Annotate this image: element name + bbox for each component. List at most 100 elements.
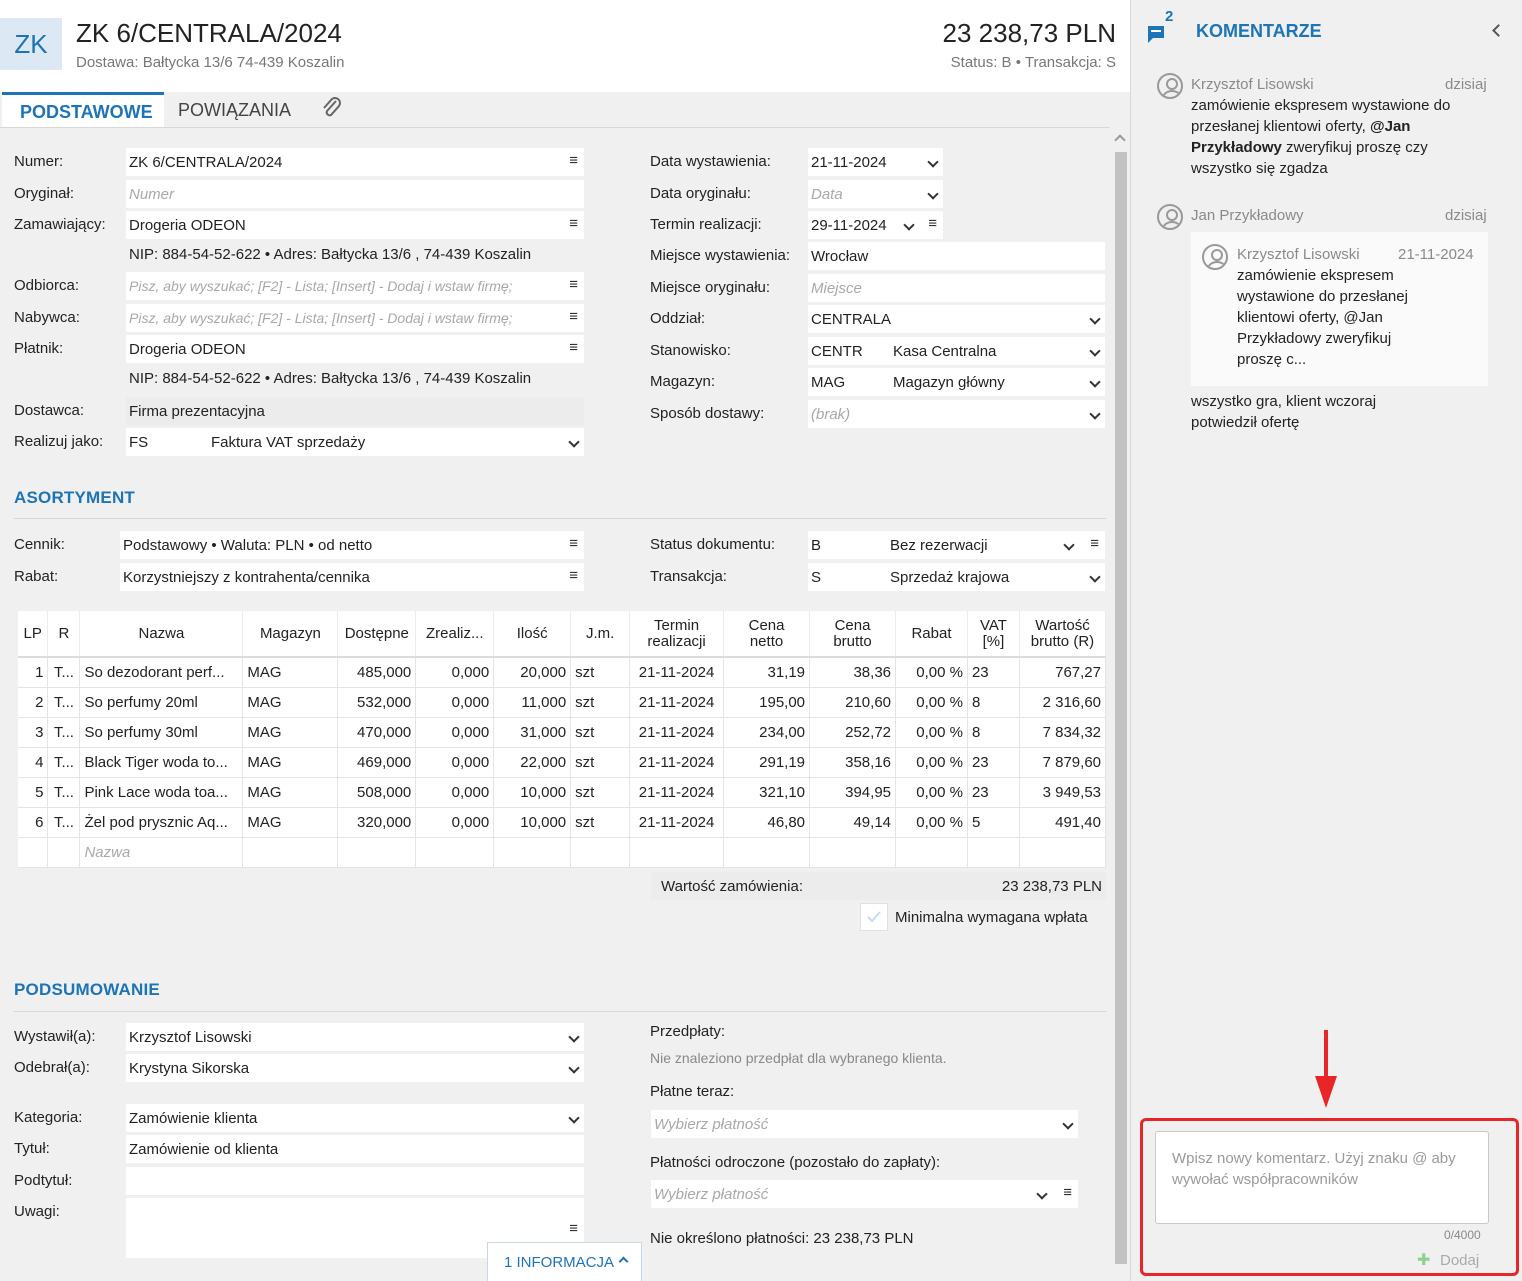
table-cell[interactable]: 49,14 (809, 807, 897, 838)
miejsce-wyst-field[interactable]: Wrocław (808, 242, 1105, 270)
table-cell[interactable]: 21-11-2024 (629, 657, 725, 688)
table-cell[interactable]: T... (47, 777, 81, 808)
table-cell[interactable]: 0,00 % (895, 657, 968, 688)
chevron-down-icon[interactable] (1063, 539, 1073, 549)
table-cell[interactable]: MAG (242, 747, 339, 778)
table-cell[interactable]: 20,000 (493, 657, 572, 688)
column-header[interactable]: J.m. (570, 611, 631, 658)
list-menu-icon[interactable]: ≡ (569, 1220, 578, 1237)
table-cell[interactable] (242, 837, 339, 868)
table-cell[interactable]: 321,10 (723, 777, 811, 808)
table-cell[interactable]: 358,16 (809, 747, 897, 778)
column-header[interactable]: VAT [%] (967, 611, 1020, 658)
list-menu-icon[interactable]: ≡ (569, 215, 578, 232)
table-cell[interactable]: 532,000 (337, 687, 417, 718)
list-menu-icon[interactable]: ≡ (569, 535, 578, 552)
chevron-down-icon[interactable] (1089, 408, 1099, 418)
table-row[interactable]: 3 T... So perfumy 30ml MAG 470,000 0,000 31,00… (18, 717, 1107, 748)
table-cell[interactable]: MAG (242, 717, 339, 748)
table-cell[interactable]: So perfumy 30ml (79, 717, 244, 748)
table-cell[interactable]: 0,000 (415, 717, 495, 748)
kategoria-select[interactable]: Zamówienie klienta (126, 1104, 584, 1132)
table-cell[interactable]: 1 (18, 657, 49, 688)
scrollbar-track[interactable] (1112, 128, 1130, 1281)
tab-podstawowe[interactable]: PODSTAWOWE (2, 92, 164, 128)
list-menu-icon[interactable]: ≡ (565, 308, 578, 325)
table-cell[interactable] (47, 837, 81, 868)
items-table[interactable]: LP R Nazwa Magazyn Dostępne Zrealiz... I… (18, 611, 1107, 868)
data-oryg-field[interactable]: Data (808, 180, 943, 208)
oddzial-select[interactable]: CENTRALA (808, 305, 1105, 333)
chevron-down-icon[interactable] (1062, 1118, 1072, 1128)
table-cell[interactable]: 46,80 (723, 807, 811, 838)
table-cell[interactable]: 0,000 (415, 687, 495, 718)
table-cell[interactable]: 291,19 (723, 747, 811, 778)
min-payment-checkbox[interactable] (860, 903, 888, 931)
table-cell[interactable]: 8 (967, 687, 1020, 718)
table-cell[interactable]: So perfumy 20ml (79, 687, 244, 718)
column-header[interactable]: R (47, 611, 81, 658)
table-cell[interactable]: T... (47, 687, 81, 718)
column-header[interactable]: Ilość (493, 611, 572, 658)
chevron-down-icon[interactable] (1089, 345, 1099, 355)
tab-powiazania[interactable]: POWIĄZANIA (166, 92, 310, 128)
table-row[interactable]: 6 T... Żel pod prysznic Aq... MAG 320,000 0,0… (18, 807, 1107, 838)
chevron-down-icon[interactable] (1089, 313, 1099, 323)
list-menu-icon[interactable]: ≡ (569, 339, 578, 356)
table-row[interactable]: 4 T... Black Tiger woda to... MAG 469,000 0,0… (18, 747, 1107, 778)
table-cell[interactable]: MAG (242, 657, 339, 688)
chevron-down-icon[interactable] (568, 1031, 578, 1041)
table-cell[interactable]: T... (47, 717, 81, 748)
table-cell[interactable]: 2 316,60 (1019, 687, 1107, 718)
chevron-down-icon[interactable] (568, 1062, 578, 1072)
oryginal-field[interactable]: Numer (126, 180, 584, 208)
stanowisko-select[interactable]: CENTR Kasa Centralna (808, 337, 1105, 365)
table-cell[interactable]: 0,000 (415, 777, 495, 808)
table-cell[interactable]: 0,00 % (895, 807, 968, 838)
table-cell[interactable]: 23 (967, 657, 1020, 688)
table-cell[interactable]: 252,72 (809, 717, 897, 748)
table-cell[interactable]: 0,000 (415, 747, 495, 778)
table-cell[interactable]: 210,60 (809, 687, 897, 718)
chevron-down-icon[interactable] (568, 1112, 578, 1122)
attachment-tab-icon[interactable] (320, 96, 344, 122)
table-cell[interactable]: 0,000 (415, 657, 495, 688)
scrollbar-thumb[interactable] (1115, 152, 1127, 1264)
table-cell[interactable]: 7 879,60 (1019, 747, 1107, 778)
table-cell[interactable]: Black Tiger woda to... (79, 747, 244, 778)
numer-field[interactable]: ZK 6/CENTRALA/2024 ≡ (126, 148, 584, 176)
zamawiajacy-field[interactable]: Drogeria ODEON ≡ (126, 211, 584, 239)
table-cell[interactable]: 21-11-2024 (629, 777, 725, 808)
table-cell[interactable]: 195,00 (723, 687, 811, 718)
table-cell[interactable]: 31,000 (493, 717, 572, 748)
transakcja-select[interactable]: S Sprzedaż krajowa (808, 563, 1105, 591)
table-row[interactable]: 5 T... Pink Lace woda toa... MAG 508,000 0,00… (18, 777, 1107, 808)
table-cell[interactable] (570, 837, 631, 868)
plus-icon[interactable]: ✚ (1417, 1250, 1430, 1270)
table-cell[interactable] (337, 837, 417, 868)
table-cell[interactable] (967, 837, 1020, 868)
table-cell[interactable]: MAG (242, 807, 339, 838)
table-cell[interactable]: 10,000 (493, 777, 572, 808)
table-cell[interactable]: Pink Lace woda toa... (79, 777, 244, 808)
column-header[interactable]: LP (18, 611, 49, 658)
magazyn-select[interactable]: MAG Magazyn główny (808, 368, 1105, 396)
table-cell[interactable]: 0,00 % (895, 747, 968, 778)
odbiorca-field[interactable]: Pisz, aby wyszukać; [F2] - Lista; [Inser… (126, 272, 584, 300)
table-cell[interactable]: So dezodorant perf... (79, 657, 244, 688)
chevron-down-icon[interactable] (1089, 376, 1099, 386)
table-cell[interactable]: 508,000 (337, 777, 417, 808)
column-header[interactable]: Zrealiz... (415, 611, 495, 658)
column-header[interactable]: Cena netto (723, 611, 811, 658)
status-dok-select[interactable]: B Bez rezerwacji ≡ (808, 531, 1105, 559)
column-header[interactable]: Magazyn (242, 611, 339, 658)
column-header[interactable]: Rabat (895, 611, 968, 658)
column-header[interactable]: Nazwa (79, 611, 244, 658)
table-cell[interactable]: 5 (967, 807, 1020, 838)
nabywca-field[interactable]: Pisz, aby wyszukać; [F2] - Lista; [Inser… (126, 304, 584, 332)
table-cell[interactable]: 21-11-2024 (629, 717, 725, 748)
table-cell[interactable]: 469,000 (337, 747, 417, 778)
list-menu-icon[interactable]: ≡ (1090, 535, 1099, 552)
table-row[interactable]: 2 T... So perfumy 20ml MAG 532,000 0,000 11,00… (18, 687, 1107, 718)
table-cell[interactable]: 21-11-2024 (629, 687, 725, 718)
